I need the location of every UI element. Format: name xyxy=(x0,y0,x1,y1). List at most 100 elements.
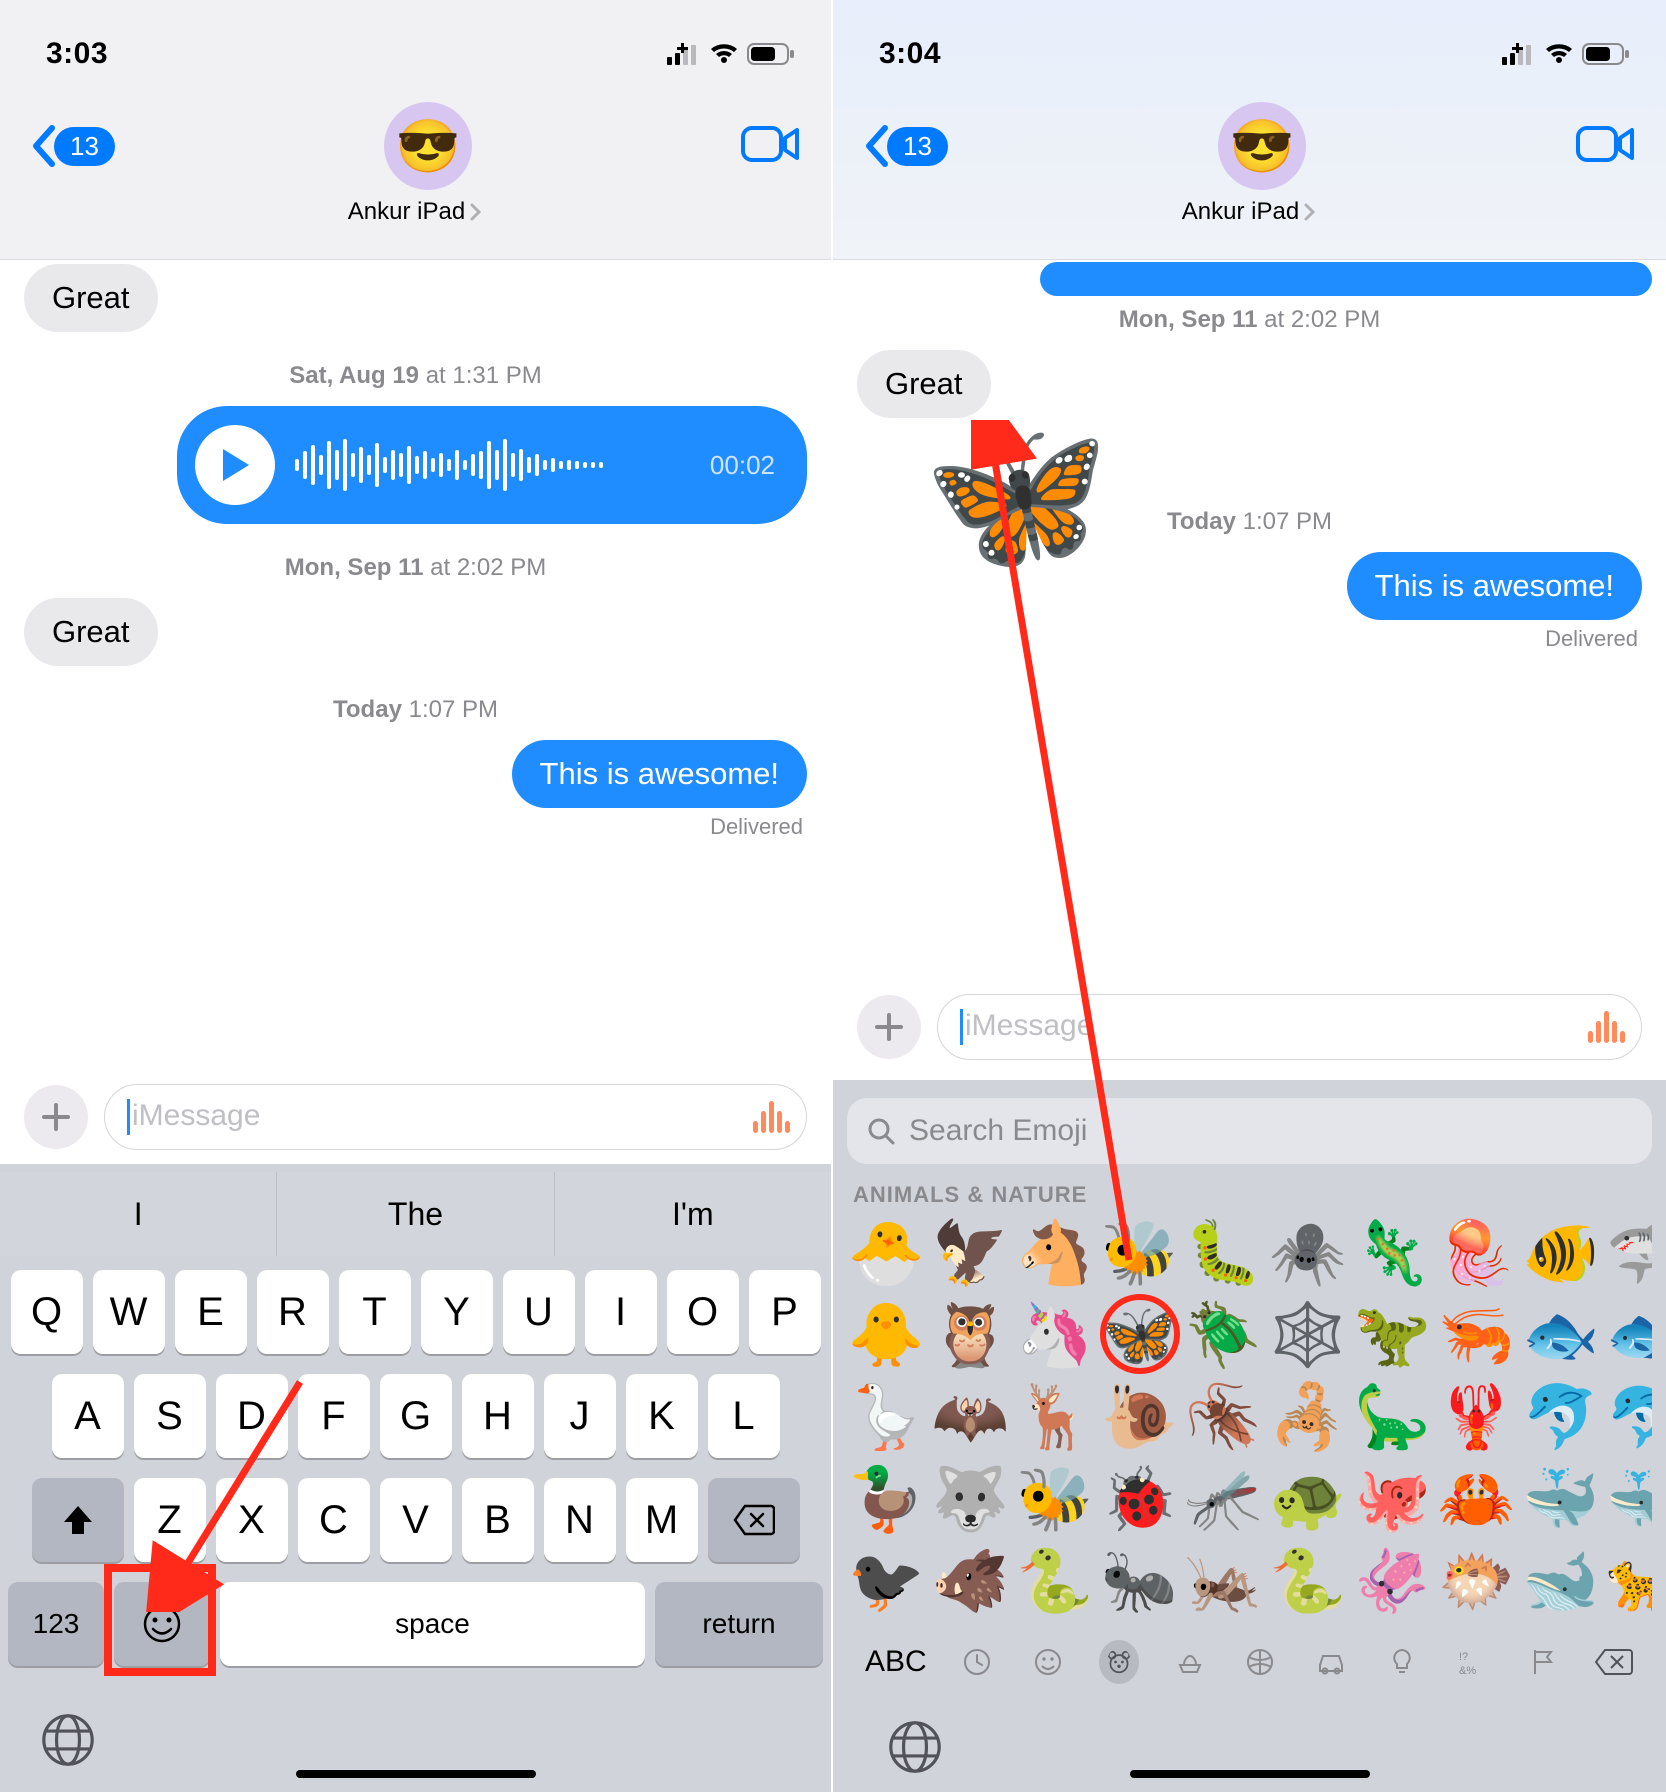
emoji-cell[interactable]: 🐝 xyxy=(1100,1216,1178,1292)
emoji-cell[interactable]: 🐛 xyxy=(1184,1216,1262,1292)
key-s[interactable]: S xyxy=(134,1374,206,1458)
numbers-key[interactable]: 123 xyxy=(8,1582,104,1666)
key-i[interactable]: I xyxy=(585,1270,657,1354)
smileys-category[interactable] xyxy=(1028,1647,1068,1677)
message-input[interactable]: iMessage xyxy=(104,1084,807,1150)
activity-category[interactable] xyxy=(1240,1647,1280,1677)
key-t[interactable]: T xyxy=(339,1270,411,1354)
globe-icon[interactable] xyxy=(40,1712,96,1768)
emoji-cell[interactable]: 🐺 xyxy=(931,1462,1009,1538)
key-q[interactable]: Q xyxy=(11,1270,83,1354)
key-e[interactable]: E xyxy=(175,1270,247,1354)
emoji-cell[interactable]: 🐆 xyxy=(1606,1544,1652,1620)
key-j[interactable]: J xyxy=(544,1374,616,1458)
dragged-emoji-sticker[interactable]: 🦋 xyxy=(923,408,1110,584)
key-l[interactable]: L xyxy=(708,1374,780,1458)
suggestion[interactable]: The xyxy=(277,1172,554,1256)
emoji-cell[interactable]: 🦑 xyxy=(1353,1544,1431,1620)
key-b[interactable]: B xyxy=(462,1478,534,1562)
flags-category[interactable] xyxy=(1523,1647,1563,1677)
play-button[interactable] xyxy=(195,425,275,505)
key-f[interactable]: F xyxy=(298,1374,370,1458)
emoji-cell[interactable]: 🐳 xyxy=(1522,1462,1600,1538)
key-n[interactable]: N xyxy=(544,1478,616,1562)
symbols-category[interactable]: !?&% xyxy=(1452,1647,1492,1677)
emoji-cell[interactable]: 🐳 xyxy=(1606,1462,1652,1538)
key-u[interactable]: U xyxy=(503,1270,575,1354)
emoji-cell[interactable]: 🐡 xyxy=(1437,1544,1515,1620)
message-bubble-out[interactable]: This is awesome! xyxy=(1347,552,1642,620)
back-button[interactable]: 13 xyxy=(30,124,115,168)
emoji-cell[interactable]: 🦈 xyxy=(1606,1216,1652,1292)
emoji-cell[interactable]: 🦐 xyxy=(1437,1298,1515,1374)
home-indicator[interactable] xyxy=(296,1770,536,1778)
message-input[interactable]: iMessage xyxy=(937,994,1642,1060)
emoji-cell[interactable]: 🕸️ xyxy=(1269,1298,1347,1374)
space-key[interactable]: space xyxy=(220,1582,645,1666)
message-bubble-in[interactable]: Great xyxy=(24,264,158,332)
message-bubble-out[interactable]: This is awesome! xyxy=(512,740,807,808)
key-d[interactable]: D xyxy=(216,1374,288,1458)
emoji-cell[interactable]: 🐙 xyxy=(1353,1462,1431,1538)
emoji-cell[interactable]: 🦀 xyxy=(1437,1462,1515,1538)
voice-record-button[interactable] xyxy=(753,1101,790,1133)
facetime-button[interactable] xyxy=(1576,124,1636,169)
key-w[interactable]: W xyxy=(93,1270,165,1354)
voice-record-button[interactable] xyxy=(1588,1011,1625,1043)
key-k[interactable]: K xyxy=(626,1374,698,1458)
delete-button[interactable] xyxy=(1594,1647,1634,1677)
key-g[interactable]: G xyxy=(380,1374,452,1458)
emoji-cell[interactable]: 🐴 xyxy=(1016,1216,1094,1292)
emoji-cell[interactable]: 🦟 xyxy=(1184,1462,1262,1538)
emoji-cell[interactable]: 🐍 xyxy=(1016,1544,1094,1620)
food-category[interactable] xyxy=(1170,1647,1210,1677)
shift-key[interactable] xyxy=(32,1478,124,1562)
key-a[interactable]: A xyxy=(52,1374,124,1458)
emoji-cell[interactable]: 🦋 xyxy=(1100,1298,1178,1374)
emoji-cell[interactable]: 🐗 xyxy=(931,1544,1009,1620)
animals-category[interactable] xyxy=(1099,1640,1139,1684)
back-button[interactable]: 13 xyxy=(863,124,948,168)
emoji-cell[interactable]: 🦂 xyxy=(1269,1380,1347,1456)
emoji-cell[interactable]: 🐋 xyxy=(1522,1544,1600,1620)
objects-category[interactable] xyxy=(1382,1647,1422,1677)
key-c[interactable]: C xyxy=(298,1478,370,1562)
emoji-cell[interactable]: 🦗 xyxy=(1184,1544,1262,1620)
key-v[interactable]: V xyxy=(380,1478,452,1562)
emoji-cell[interactable]: 🦇 xyxy=(931,1380,1009,1456)
emoji-cell[interactable]: 🪿 xyxy=(847,1380,925,1456)
contact-avatar[interactable]: 😎 xyxy=(1218,102,1306,190)
key-r[interactable]: R xyxy=(257,1270,329,1354)
key-x[interactable]: X xyxy=(216,1478,288,1562)
emoji-cell[interactable]: 🐌 xyxy=(1100,1380,1178,1456)
emoji-cell[interactable]: 🐠 xyxy=(1522,1216,1600,1292)
emoji-cell[interactable]: 🐟 xyxy=(1606,1298,1652,1374)
emoji-cell[interactable]: 🦖 xyxy=(1353,1298,1431,1374)
recents-category[interactable] xyxy=(957,1647,997,1677)
emoji-cell[interactable]: 🐞 xyxy=(1100,1462,1178,1538)
globe-icon[interactable] xyxy=(887,1719,943,1775)
apps-button[interactable] xyxy=(24,1085,88,1149)
emoji-cell[interactable]: 🪼 xyxy=(1437,1216,1515,1292)
contact-name-row[interactable]: Ankur iPad xyxy=(348,198,483,226)
conversation-left[interactable]: Great Sat, Aug 19 at 1:31 PM 00:02 Mon, … xyxy=(0,260,831,1078)
contact-avatar[interactable]: 😎 xyxy=(384,102,472,190)
emoji-cell[interactable]: 🦌 xyxy=(1016,1380,1094,1456)
travel-category[interactable] xyxy=(1311,1649,1351,1675)
emoji-cell[interactable]: 🐟 xyxy=(1522,1298,1600,1374)
emoji-cell[interactable]: 🪲 xyxy=(1184,1298,1262,1374)
delete-key[interactable] xyxy=(708,1478,800,1562)
message-bubble-in[interactable]: Great xyxy=(24,598,158,666)
contact-name-row[interactable]: Ankur iPad xyxy=(1182,198,1317,226)
key-o[interactable]: O xyxy=(667,1270,739,1354)
home-indicator[interactable] xyxy=(1130,1770,1370,1778)
emoji-cell[interactable]: 🦄 xyxy=(1016,1298,1094,1374)
emoji-cell[interactable]: 🐢 xyxy=(1269,1462,1347,1538)
emoji-cell[interactable]: 🐣 xyxy=(847,1216,925,1292)
emoji-cell[interactable]: 🐍 xyxy=(1269,1544,1347,1620)
facetime-button[interactable] xyxy=(741,124,801,169)
key-m[interactable]: M xyxy=(626,1478,698,1562)
emoji-cell[interactable]: 🦞 xyxy=(1437,1380,1515,1456)
key-h[interactable]: H xyxy=(462,1374,534,1458)
emoji-cell[interactable]: 🦅 xyxy=(931,1216,1009,1292)
